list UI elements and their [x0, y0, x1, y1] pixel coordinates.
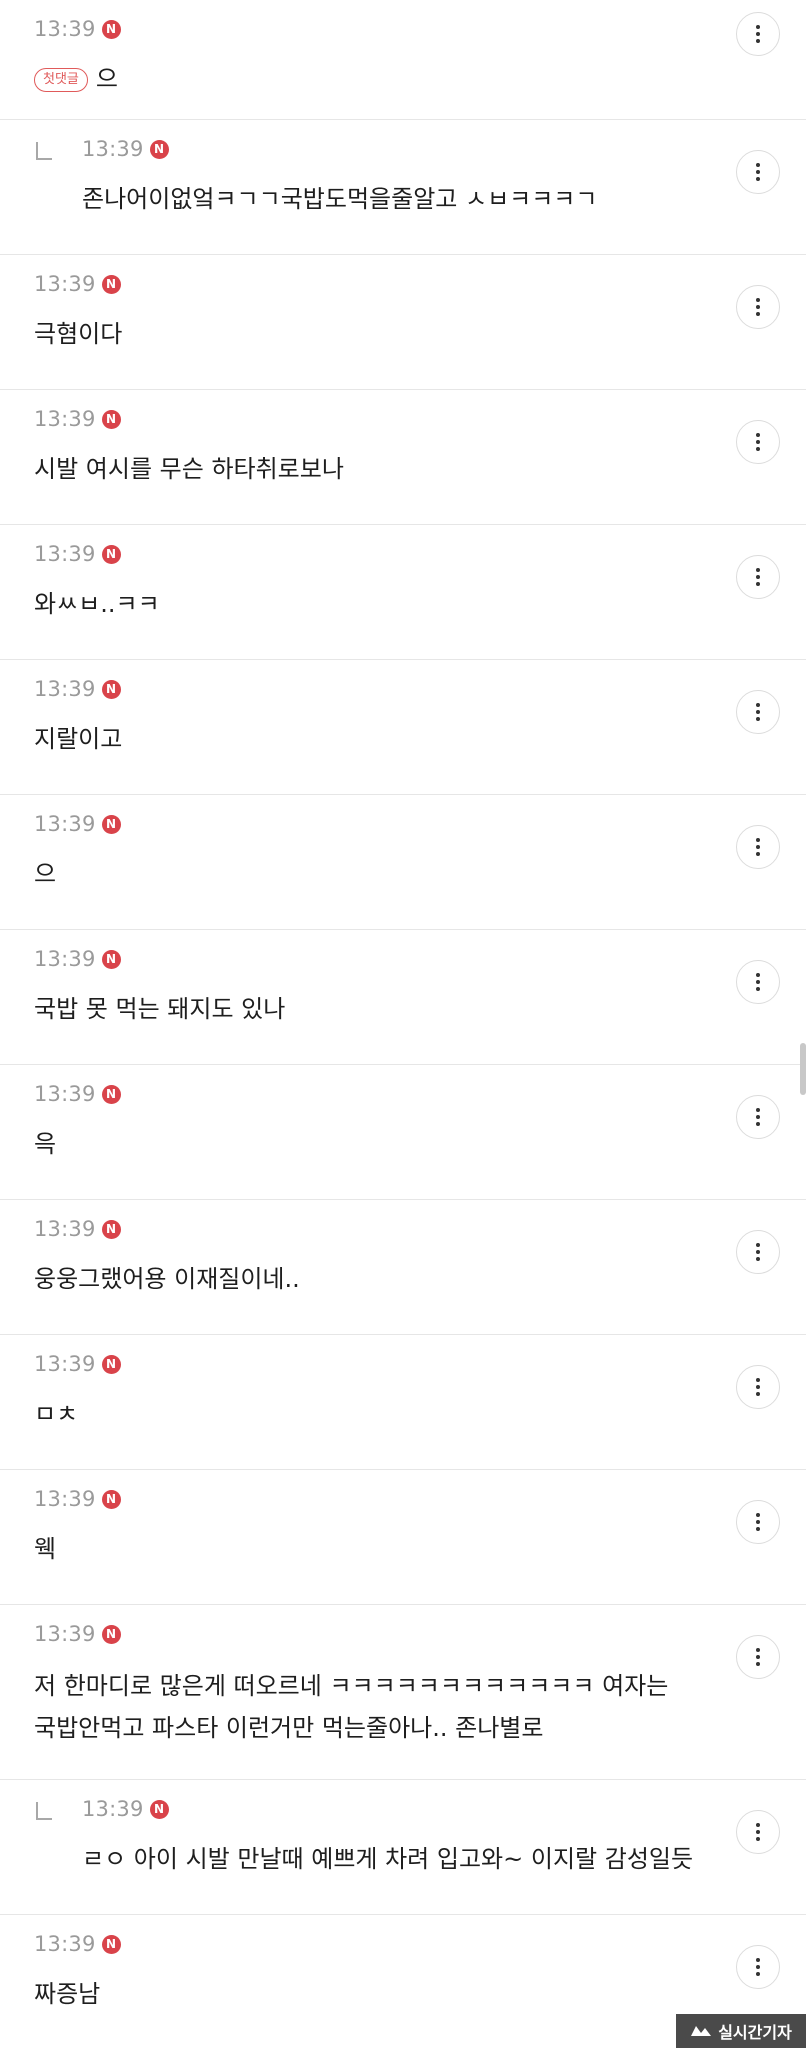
comment-body: 으: [34, 860, 57, 888]
reply-item: 13:39 N 존나어이없엌ㅋㄱㄱ국밥도먹을줄알고 ㅅㅂㅋㅋㅋㄱ: [0, 120, 806, 255]
comment-meta: 13:39 N: [34, 1349, 121, 1379]
new-badge: N: [101, 1624, 121, 1644]
comment-body: 웩: [34, 1535, 57, 1563]
more-options-button[interactable]: [736, 825, 780, 869]
comment-time: 13:39: [34, 1352, 96, 1376]
comment-body: 시발 여시를 무슨 하타취로보나: [34, 455, 344, 483]
new-badge: N: [101, 1934, 121, 1954]
comment-time: 13:39: [34, 677, 96, 701]
new-badge: N: [101, 19, 121, 39]
more-options-button[interactable]: [736, 960, 780, 1004]
new-badge: N: [101, 544, 121, 564]
comment-body: 웅웅그랬어용 이재질이네..: [34, 1265, 300, 1293]
comment-body: 짜증남: [34, 1980, 101, 2008]
comment-meta: 13:39 N: [34, 674, 121, 704]
comment-meta: 13:39 N: [34, 1079, 121, 1109]
more-options-button[interactable]: [736, 1945, 780, 1989]
comment-meta: 13:39 N: [34, 14, 121, 44]
new-badge: N: [101, 1489, 121, 1509]
comment-time: 13:39: [34, 1932, 96, 1956]
comment-time: 13:39: [82, 137, 144, 161]
comment-body: 윽: [34, 1130, 57, 1158]
comment-item: 13:39 N 웩: [0, 1470, 806, 1605]
comment-item: 13:39 N 극혐이다: [0, 255, 806, 390]
reply-arrow-icon: [36, 142, 52, 160]
comment-time: 13:39: [34, 542, 96, 566]
reply-arrow-icon: [36, 1802, 52, 1820]
comment-time: 13:39: [34, 272, 96, 296]
comment-body: 으: [95, 65, 118, 93]
new-badge: N: [149, 139, 169, 159]
more-options-button[interactable]: [736, 1230, 780, 1274]
more-options-button[interactable]: [736, 1500, 780, 1544]
scrollbar-thumb[interactable]: [800, 1043, 806, 1095]
comment-time: 13:39: [34, 1622, 96, 1646]
new-badge: N: [101, 274, 121, 294]
comment-time: 13:39: [82, 1797, 144, 1821]
comment-meta: 13:39 N: [34, 1929, 121, 1959]
comment-body: ㅁㅊ: [34, 1400, 79, 1428]
comment-item: 13:39 N 국밥 못 먹는 돼지도 있나: [0, 930, 806, 1065]
new-badge: N: [101, 1354, 121, 1374]
comment-item: 13:39 N 시발 여시를 무슨 하타취로보나: [0, 390, 806, 525]
comment-item: 13:39 N 웅웅그랬어용 이재질이네..: [0, 1200, 806, 1335]
comment-meta: 13:39 N: [82, 134, 169, 164]
comment-item: 13:39 N 첫댓글 으: [0, 0, 806, 120]
comment-body: 존나어이없엌ㅋㄱㄱ국밥도먹을줄알고 ㅅㅂㅋㅋㅋㄱ: [82, 185, 598, 213]
more-options-button[interactable]: [736, 1635, 780, 1679]
comment-time: 13:39: [34, 17, 96, 41]
more-options-button[interactable]: [736, 420, 780, 464]
comment-list: 13:39 N 첫댓글 으 13:39 N 존나어이없엌ㅋㄱㄱ국밥도먹을줄알고 ㅅ…: [0, 0, 806, 2048]
comment-item: 13:39 N 와ㅆㅂ..ㅋㅋ: [0, 525, 806, 660]
comment-time: 13:39: [34, 947, 96, 971]
comment-item: 13:39 N 으: [0, 795, 806, 930]
comment-item: 13:39 N 저 한마디로 많은게 떠오르네 ㅋㅋㅋㅋㅋㅋㅋㅋㅋㅋㅋㅋ 여자는…: [0, 1605, 806, 1780]
comment-meta: 13:39 N: [34, 944, 121, 974]
first-comment-badge: 첫댓글: [34, 68, 88, 92]
comment-meta: 13:39 N: [34, 269, 121, 299]
more-options-button[interactable]: [736, 690, 780, 734]
comment-time: 13:39: [34, 1082, 96, 1106]
new-badge: N: [101, 1219, 121, 1239]
comment-text: 첫댓글 으: [34, 60, 736, 98]
comment-item: 13:39 N 지랄이고: [0, 660, 806, 795]
more-options-button[interactable]: [736, 1095, 780, 1139]
comment-item: 13:39 N 윽: [0, 1065, 806, 1200]
comment-body: 국밥 못 먹는 돼지도 있나: [34, 995, 286, 1023]
comment-meta: 13:39 N: [34, 809, 121, 839]
more-options-button[interactable]: [736, 1365, 780, 1409]
reply-item: 13:39 N ㄹㅇ 아이 시발 만날때 예쁘게 차려 입고와~ 이지랄 감성일…: [0, 1780, 806, 1915]
comment-body: 지랄이고: [34, 725, 123, 753]
more-options-button[interactable]: [736, 150, 780, 194]
comment-time: 13:39: [34, 407, 96, 431]
more-options-button[interactable]: [736, 285, 780, 329]
comment-time: 13:39: [34, 1487, 96, 1511]
more-options-button[interactable]: [736, 1810, 780, 1854]
new-badge: N: [101, 949, 121, 969]
watermark-text: 실시간기자: [718, 2023, 792, 2042]
comment-meta: 13:39 N: [34, 1619, 121, 1649]
more-options-button[interactable]: [736, 555, 780, 599]
new-badge: N: [101, 1084, 121, 1104]
comment-meta: 13:39 N: [34, 1484, 121, 1514]
new-badge: N: [101, 409, 121, 429]
watermark: 실시간기자: [676, 2014, 806, 2048]
new-badge: N: [149, 1799, 169, 1819]
new-badge: N: [101, 814, 121, 834]
new-badge: N: [101, 679, 121, 699]
comment-meta: 13:39 N: [34, 1214, 121, 1244]
more-options-button[interactable]: [736, 12, 780, 56]
comment-meta: 13:39 N: [34, 404, 121, 434]
comment-item: 13:39 N ㅁㅊ: [0, 1335, 806, 1470]
comment-meta: 13:39 N: [34, 539, 121, 569]
comment-body: ㄹㅇ 아이 시발 만날때 예쁘게 차려 입고와~ 이지랄 감성일듯: [82, 1845, 694, 1873]
watermark-logo-icon: [691, 2026, 712, 2036]
comment-time: 13:39: [34, 1217, 96, 1241]
comment-meta: 13:39 N: [82, 1794, 169, 1824]
comment-body: 와ㅆㅂ..ㅋㅋ: [34, 590, 160, 618]
comment-body: 저 한마디로 많은게 떠오르네 ㅋㅋㅋㅋㅋㅋㅋㅋㅋㅋㅋㅋ 여자는 국밥안먹고 파…: [34, 1672, 669, 1742]
comment-time: 13:39: [34, 812, 96, 836]
comment-body: 극혐이다: [34, 320, 123, 348]
